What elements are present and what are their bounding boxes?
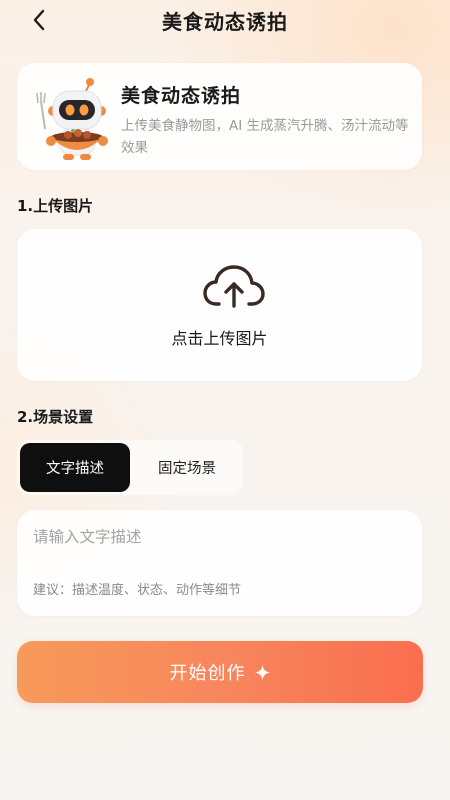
start-create-button[interactable]: 开始创作 <box>17 641 423 703</box>
scene-mode-tabs: 文字描述 固定场景 <box>17 440 243 495</box>
upload-area[interactable]: 点击上传图片 <box>17 229 422 381</box>
intro-title: 美食动态诱拍 <box>121 85 242 107</box>
upload-prompt: 点击上传图片 <box>171 329 268 348</box>
intro-card: 美食动态诱拍 上传美食静物图，AI 生成蒸汽升腾、汤汁流动等效果 <box>17 63 422 170</box>
start-create-label: 开始创作 <box>169 663 246 684</box>
nav-bar: 美食动态诱拍 <box>0 0 450 44</box>
tab-text-description[interactable]: 文字描述 <box>20 443 130 492</box>
intro-description: 上传美食静物图，AI 生成蒸汽升腾、汤汁流动等效果 <box>121 118 409 156</box>
sparkle-icon <box>254 664 270 680</box>
description-hint: 建议：描述温度、状态、动作等细节 <box>33 583 242 598</box>
page-title: 美食动态诱拍 <box>162 10 288 34</box>
scene-section-label: 2.场景设置 <box>17 408 94 426</box>
cloud-upload-icon <box>203 265 265 308</box>
description-input[interactable] <box>33 520 403 554</box>
tab-fixed-scene[interactable]: 固定场景 <box>132 443 242 492</box>
description-card: 建议：描述温度、状态、动作等细节 <box>17 510 422 616</box>
robot-chef-mascot <box>36 78 108 160</box>
upload-section-label: 1.上传图片 <box>17 197 94 215</box>
